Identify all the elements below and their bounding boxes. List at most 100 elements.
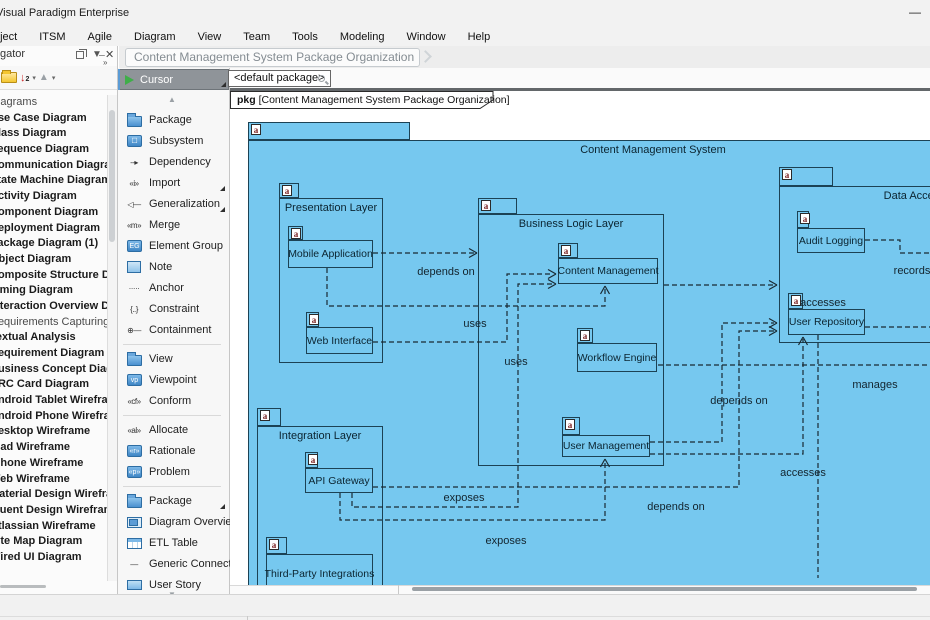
nav-item-ipad-wireframe[interactable]: iPad Wireframe (0, 440, 107, 456)
dashed-connector[interactable] (352, 284, 553, 507)
tool-constraint[interactable]: {..}Constraint (121, 299, 227, 319)
nav-item-wired-ui-diagram[interactable]: Wired UI Diagram (0, 550, 107, 566)
sort-icon[interactable]: ↓2 (20, 72, 29, 84)
dashed-connector[interactable] (650, 323, 774, 442)
float-panel-icon[interactable] (76, 51, 84, 59)
nav-item-diagrams[interactable]: Diagrams (0, 95, 107, 111)
nav-item-composite-structure-diagram[interactable]: Composite Structure Diagram (0, 268, 107, 284)
toolbox-scroll-up[interactable]: ▲ (168, 95, 176, 104)
nav-item-component-diagram[interactable]: Component Diagram (0, 205, 107, 221)
view-folder-icon (127, 355, 142, 366)
collapse-up-icon[interactable]: ▲ (39, 72, 49, 83)
tool-element-group[interactable]: EGElement Group (121, 236, 227, 256)
close-icon[interactable]: ✕ (105, 48, 117, 60)
tool-etl-table[interactable]: ETL Table (121, 533, 227, 553)
dependency-arrow-icon: --▸ (124, 158, 144, 167)
open-folder-icon[interactable] (1, 72, 17, 83)
dashed-connector[interactable] (373, 331, 774, 487)
generalization-arrow-icon: ◁— (124, 200, 144, 209)
minimize-button[interactable]: — (903, 4, 927, 22)
tool-containment[interactable]: ⊕—Containment (121, 320, 227, 340)
tool-label: Generic Connector (149, 558, 241, 570)
tool-anchor[interactable]: ·····Anchor (121, 278, 227, 298)
edge-label-uses: uses (463, 318, 486, 330)
document-tab[interactable]: Content Management System Package Organi… (125, 48, 420, 67)
nav-item-textual-analysis[interactable]: Textual Analysis (0, 330, 107, 346)
menu-view[interactable]: View (187, 31, 233, 43)
menu-agile[interactable]: Agile (77, 31, 123, 43)
nav-item-web-wireframe[interactable]: Web Wireframe (0, 472, 107, 488)
menu-help[interactable]: Help (457, 31, 502, 43)
tool-conform[interactable]: «cf»Conform (121, 391, 227, 411)
menu-modeling[interactable]: Modeling (329, 31, 396, 43)
nav-item-activity-diagram[interactable]: Activity Diagram (0, 189, 107, 205)
tool-label: Import (149, 177, 180, 189)
nav-item-android-tablet-wireframe[interactable]: Android Tablet Wireframe (0, 393, 107, 409)
tool-label: View (149, 353, 173, 365)
tool-subsystem[interactable]: ☐Subsystem (121, 131, 227, 151)
tool-note[interactable]: Note (121, 257, 227, 277)
nav-item-requirements-capturing[interactable]: Requirements Capturing (0, 315, 107, 331)
panel-splitter[interactable] (118, 69, 120, 90)
nav-item-use-case-diagram[interactable]: Use Case Diagram (0, 111, 107, 127)
frame-label-kind: pkg (237, 94, 256, 106)
tool-viewpoint[interactable]: vpViewpoint (121, 370, 227, 390)
nav-item-sequence-diagram[interactable]: Sequence Diagram (0, 142, 107, 158)
tool-package[interactable]: Package (121, 110, 227, 130)
tool-problem[interactable]: «p»Problem (121, 462, 227, 482)
tool-merge[interactable]: «m»Merge (121, 215, 227, 235)
nav-item-communication-diagram[interactable]: Communication Diagram (0, 158, 107, 174)
tool-label: Diagram Overview (149, 516, 239, 528)
tool-rationale[interactable]: «r»Rationale (121, 441, 227, 461)
tool-dependency[interactable]: --▸Dependency (121, 152, 227, 172)
nav-item-crc-card-diagram[interactable]: CRC Card Diagram (0, 377, 107, 393)
nav-item-deployment-diagram[interactable]: Deployment Diagram (0, 221, 107, 237)
overflow-chevrons-icon[interactable]: » (103, 58, 106, 67)
nav-item-requirement-diagram[interactable]: Requirement Diagram (0, 346, 107, 362)
tool-generic-connector[interactable]: —Generic Connector (121, 554, 227, 574)
menu-team[interactable]: Team (232, 31, 281, 43)
nav-item-material-design-wireframe[interactable]: Material Design Wireframe (0, 487, 107, 503)
tool-allocate[interactable]: «al»Allocate (121, 420, 227, 440)
tool-diagram-overview[interactable]: Diagram Overview (121, 512, 227, 532)
diagram-canvas[interactable]: aContent Management SystemaPresentation … (230, 91, 930, 585)
menu-window[interactable]: Window (395, 31, 456, 43)
chevron-down-icon[interactable]: ▾ (52, 74, 56, 82)
nav-item-timing-diagram[interactable]: Timing Diagram (0, 283, 107, 299)
nav-item-object-diagram[interactable]: Object Diagram (0, 252, 107, 268)
breadcrumb-default-package[interactable]: <default package> (228, 70, 331, 87)
nav-item-atlassian-wireframe[interactable]: Atlassian Wireframe (0, 519, 107, 535)
nav-item-package-diagram-1-[interactable]: Package Diagram (1) (0, 236, 107, 252)
search-icon[interactable] (318, 75, 325, 82)
nav-item-iphone-wireframe[interactable]: iPhone Wireframe (0, 456, 107, 472)
dashed-connector[interactable] (865, 240, 930, 253)
chevron-down-icon[interactable]: ▾ (32, 74, 36, 82)
frame-label: pkg [Content Management System Package O… (237, 94, 510, 106)
tool-user-story[interactable]: User Story (121, 575, 227, 595)
nav-item-site-map-diagram[interactable]: Site Map Diagram (0, 534, 107, 550)
nav-item-business-concept-diagram[interactable]: Business Concept Diagram (0, 362, 107, 378)
navigator-horizontal-scrollbar[interactable] (0, 585, 46, 588)
menu-diagram[interactable]: Diagram (123, 31, 187, 43)
nav-item-desktop-wireframe[interactable]: Desktop Wireframe (0, 424, 107, 440)
canvas-scrollbar-thumb[interactable] (412, 587, 917, 591)
nav-item-android-phone-wireframe[interactable]: Android Phone Wireframe (0, 409, 107, 425)
nav-item-state-machine-diagram[interactable]: State Machine Diagram (0, 173, 107, 189)
edge-label-exposes: exposes (486, 535, 527, 547)
nav-item-interaction-overview-diagram[interactable]: Interaction Overview Diagram (0, 299, 107, 315)
menu-itsm[interactable]: ITSM (28, 31, 76, 43)
nav-item-class-diagram[interactable]: Class Diagram (0, 126, 107, 142)
tool-import[interactable]: «i»Import (121, 173, 227, 193)
tool-generalization[interactable]: ◁—Generalization (121, 194, 227, 214)
nav-item-fluent-design-wireframe[interactable]: Fluent Design Wireframe (0, 503, 107, 519)
menu-project[interactable]: Project (0, 31, 28, 43)
tool-view[interactable]: View (121, 349, 227, 369)
tool-package[interactable]: Package (121, 491, 227, 511)
dashed-connector[interactable] (340, 461, 605, 520)
menu-tools[interactable]: Tools (281, 31, 329, 43)
tool-variants-corner (221, 82, 226, 87)
edge-label-depends-on: depends on (417, 266, 475, 278)
containment-icon: ⊕— (124, 326, 144, 335)
navigator-scrollbar-thumb[interactable] (109, 110, 115, 242)
tool-cursor[interactable]: Cursor (118, 69, 229, 90)
